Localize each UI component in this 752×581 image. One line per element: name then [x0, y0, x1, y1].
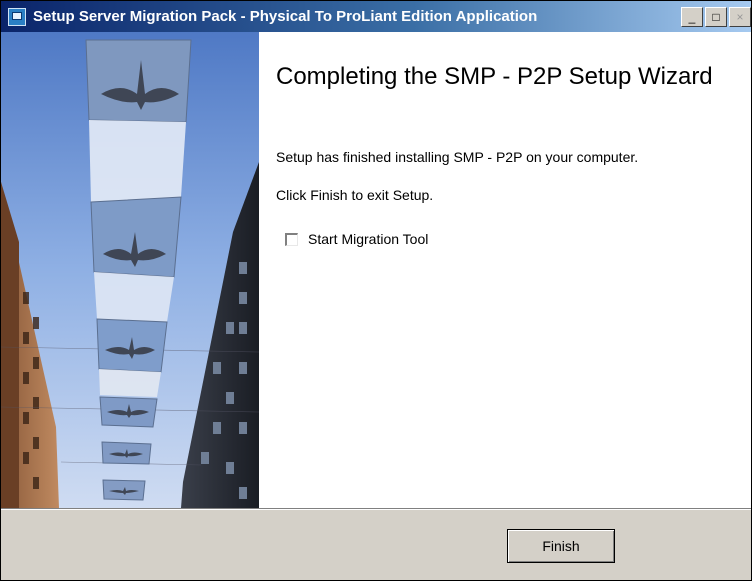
wizard-content: Completing the SMP - P2P Setup Wizard Se…: [259, 32, 751, 508]
wizard-banner-image: [1, 32, 259, 508]
wizard-heading: Completing the SMP - P2P Setup Wizard: [276, 63, 713, 90]
setup-app-icon: [8, 7, 26, 26]
minimize-button[interactable]: _: [681, 6, 703, 27]
setup-window: Setup Server Migration Pack - Physical T…: [0, 0, 752, 581]
title-bar[interactable]: Setup Server Migration Pack - Physical T…: [1, 1, 751, 32]
wizard-footer: [1, 510, 751, 580]
window-controls: _ □ ×: [681, 6, 751, 27]
start-migration-tool-label[interactable]: Start Migration Tool: [308, 231, 428, 247]
install-status-text: Setup has finished installing SMP - P2P …: [276, 149, 639, 165]
exit-instruction-text: Click Finish to exit Setup.: [276, 187, 434, 203]
start-migration-tool-option[interactable]: Start Migration Tool: [285, 231, 428, 247]
close-button[interactable]: ×: [729, 6, 751, 27]
banner-photo: [1, 32, 259, 508]
maximize-button[interactable]: □: [705, 6, 727, 27]
start-migration-tool-checkbox[interactable]: [285, 232, 298, 246]
finish-button[interactable]: Finish: [507, 529, 615, 563]
window-title: Setup Server Migration Pack - Physical T…: [33, 8, 538, 25]
